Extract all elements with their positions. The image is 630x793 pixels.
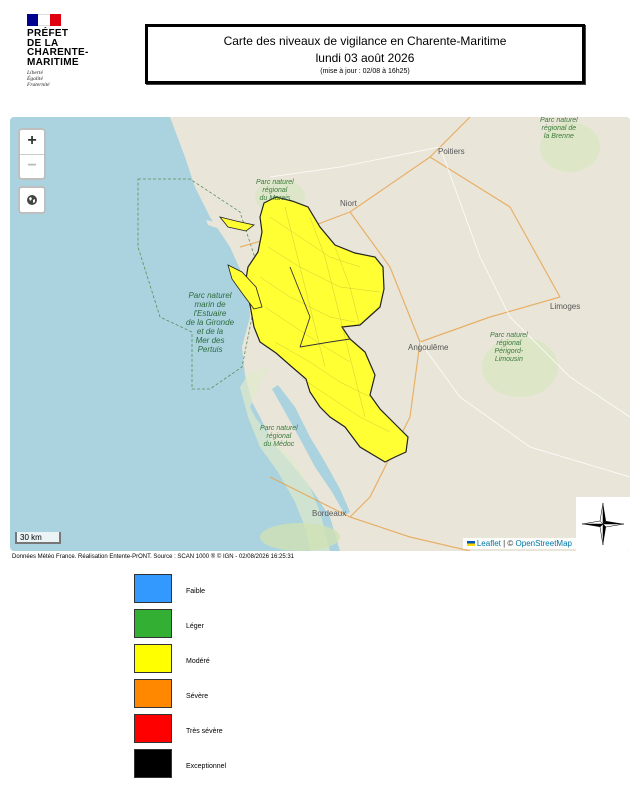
label-poitiers: Poitiers	[438, 147, 465, 156]
map-attribution: Leaflet | © OpenStreetMap	[462, 538, 576, 549]
label-marine-park: Parc naturel marin de l'Estuaire de la G…	[186, 291, 235, 354]
prefecture-logo: PRÉFET DE LA CHARENTE- MARITIME Liberté …	[27, 14, 117, 88]
legend-item-faible: Faible	[134, 574, 334, 604]
page-title: Carte des niveaux de vigilance en Charen…	[223, 34, 507, 48]
label-park-perigord: Parc naturel régional Périgord- Limousin	[490, 332, 528, 363]
compass-icon	[581, 502, 625, 546]
logo-title: PRÉFET DE LA CHARENTE- MARITIME	[27, 28, 89, 68]
logo-motto: Liberté Égalité Fraternité	[27, 70, 50, 88]
legend-label: Très sévère	[186, 728, 223, 735]
zoom-control: + −	[18, 128, 46, 180]
label-niort: Niort	[340, 199, 357, 208]
label-angouleme: Angoulême	[408, 343, 449, 352]
legend-item-severe: Sévère	[134, 679, 334, 709]
legend-item-tres-severe: Très sévère	[134, 714, 334, 744]
map-basemap	[137, 117, 630, 551]
legend-swatch	[134, 749, 172, 778]
scale-bar: 30 km	[15, 532, 61, 544]
legend-swatch	[134, 714, 172, 743]
globe-icon	[27, 195, 37, 205]
legend-label: Faible	[186, 588, 206, 595]
ukraine-flag-icon	[466, 541, 475, 547]
french-flag-icon	[27, 14, 61, 26]
legend-label: Exceptionnel	[186, 763, 227, 770]
land-area	[170, 117, 630, 551]
layer-switch-button[interactable]	[18, 186, 46, 214]
update-time: (mise à jour : 02/08 à 16h25)	[320, 68, 410, 75]
label-limoges: Limoges	[550, 302, 581, 311]
legend-swatch	[134, 609, 172, 638]
legend-swatch	[134, 644, 172, 673]
attribution-separator: | ©	[500, 539, 516, 548]
page-date: lundi 03 août 2026	[315, 51, 415, 65]
legend-label: Modéré	[186, 658, 210, 665]
legend-swatch	[134, 679, 172, 708]
label-bordeaux: Bordeaux	[312, 509, 347, 518]
vigilance-map[interactable]: Poitiers Niort Limoges Angoulême Bordeau…	[10, 117, 630, 551]
source-credit: Données Météo France. Réalisation Entent…	[12, 554, 294, 560]
osm-link[interactable]: OpenStreetMap	[516, 539, 572, 548]
label-park-medoc: Parc naturel régional du Médoc	[260, 425, 298, 448]
label-park-marais: Parc naturel régional du Marais	[256, 179, 294, 202]
legend-item-leger: Léger	[134, 609, 334, 639]
leaflet-link[interactable]: Leaflet	[477, 539, 501, 548]
title-box: Carte des niveaux de vigilance en Charen…	[145, 24, 585, 84]
zoom-out-button[interactable]: −	[20, 154, 44, 179]
legend-swatch	[134, 574, 172, 603]
zoom-in-button[interactable]: +	[20, 130, 44, 154]
legend-label: Sévère	[186, 693, 209, 700]
label-park-brenne: Parc naturel régional de la Brenne	[540, 117, 578, 140]
legend-item-exceptionnel: Exceptionnel	[134, 749, 334, 779]
legend-label: Léger	[186, 623, 204, 630]
legend-item-modere: Modéré	[134, 644, 334, 674]
compass-rose	[576, 497, 630, 551]
